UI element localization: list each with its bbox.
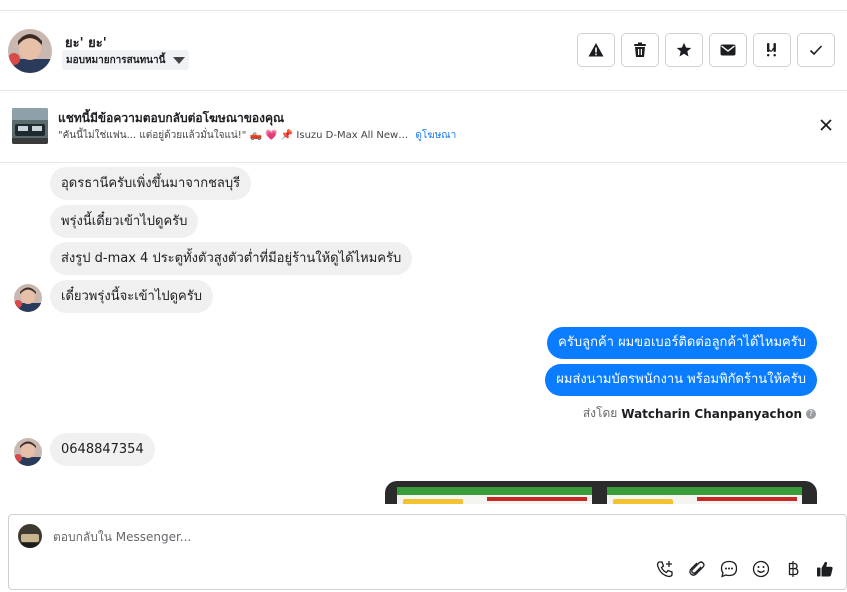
assign-conversation-dropdown[interactable]: มอบหมายการสนทนานี้: [62, 50, 190, 70]
attachment-image: [607, 487, 802, 504]
image-decor: [697, 497, 797, 501]
page-avatar: [18, 524, 42, 548]
incoming-message: เดี๋ยวพรุ่งนี้จะเข้าไปดูครับ: [50, 280, 213, 313]
caret-down-icon: [173, 56, 186, 64]
warning-icon: [588, 43, 604, 57]
star-icon: [676, 42, 692, 57]
reply-composer: [8, 514, 847, 590]
ad-snippet-text: "คันนี้ไม่ใช่แฟน... แต่อยู่ด้วยแล้วมั่นใ…: [58, 130, 409, 141]
mark-unread-button[interactable]: [709, 33, 747, 67]
spam-button[interactable]: [577, 33, 615, 67]
contact-avatar-small[interactable]: [14, 438, 42, 466]
add-call-button[interactable]: [655, 559, 675, 579]
saved-reply-icon: [720, 560, 738, 578]
incoming-message: 0648847354: [50, 433, 155, 466]
incoming-message: อุดรธานีครับเพิ่งขึ้นมาจากชลบุรี: [50, 167, 252, 200]
payment-button[interactable]: [783, 559, 803, 579]
ad-banner-snippet: "คันนี้ไม่ใช่แฟน... แต่อยู่ด้วยแล้วมั่นใ…: [58, 128, 456, 143]
contact-avatar-small[interactable]: [14, 284, 42, 312]
message-thread[interactable]: อุดรธานีครับเพิ่งขึ้นมาจากชลบุรี พรุ่งนี…: [0, 164, 847, 504]
image-decor: [613, 499, 673, 504]
sent-by-label: ส่งโดย Watcharin Chanpanyachon ?: [583, 404, 816, 423]
ad-reply-banner: แชทนี้มีข้อความตอบกลับต่อโฆษณาของคุณ "คั…: [0, 91, 847, 163]
image-decor: [397, 487, 592, 495]
incoming-message: พรุ่งนี้เดี๋ยวเข้าไปดูครับ: [50, 205, 199, 238]
image-decor: [487, 497, 587, 501]
attachment-image: [397, 487, 592, 504]
composer-toolbar: [655, 559, 835, 579]
saved-reply-button[interactable]: [719, 559, 739, 579]
mark-done-button[interactable]: [797, 33, 835, 67]
like-button[interactable]: [815, 559, 835, 579]
priority-icon: [767, 43, 776, 57]
header-actions: [577, 33, 835, 67]
view-ad-link[interactable]: ดูโฆษณา: [415, 130, 456, 141]
envelope-icon: [720, 44, 736, 56]
image-attachment[interactable]: [385, 481, 817, 504]
delete-button[interactable]: [621, 33, 659, 67]
reply-input[interactable]: [53, 524, 753, 550]
check-icon: [809, 45, 823, 56]
trash-icon: [634, 42, 646, 57]
sent-by-prefix: ส่งโดย: [582, 406, 618, 420]
attach-icon: [689, 561, 705, 576]
thumbs-up-icon: [817, 561, 833, 577]
attach-button[interactable]: [687, 559, 707, 579]
image-decor: [403, 499, 463, 504]
close-banner-button[interactable]: [818, 117, 834, 133]
ad-banner-title: แชทนี้มีข้อความตอบกลับต่อโฆษณาของคุณ: [58, 111, 285, 125]
add-call-icon: [656, 561, 673, 578]
image-decor: [607, 487, 802, 495]
info-icon[interactable]: ?: [806, 408, 816, 419]
close-icon: [820, 119, 832, 131]
emoji-button[interactable]: [751, 559, 771, 579]
outgoing-message: ผมส่งนามบัตรพนักงาน พร้อมพิกัดร้านให้ครั…: [545, 364, 817, 396]
sender-name: Watcharin Chanpanyachon: [621, 406, 802, 421]
follow-up-button[interactable]: [665, 33, 703, 67]
ad-thumbnail[interactable]: [12, 108, 48, 144]
emoji-icon: [752, 560, 770, 578]
incoming-message: ส่งรูป d-max 4 ประตูทั้งตัวสูงตัวต่ำที่ม…: [50, 242, 413, 275]
baht-payment-icon: [788, 561, 799, 577]
conversation-header: ยะ' ยะ' มอบหมายการสนทนานี้: [0, 11, 847, 91]
contact-avatar[interactable]: [8, 29, 52, 73]
outgoing-message: ครับลูกค้า ผมขอเบอร์ติดต่อลูกค้าได้ไหมคร…: [547, 327, 817, 359]
assign-label: มอบหมายการสนทนานี้: [66, 54, 166, 66]
priority-button[interactable]: [753, 33, 791, 67]
